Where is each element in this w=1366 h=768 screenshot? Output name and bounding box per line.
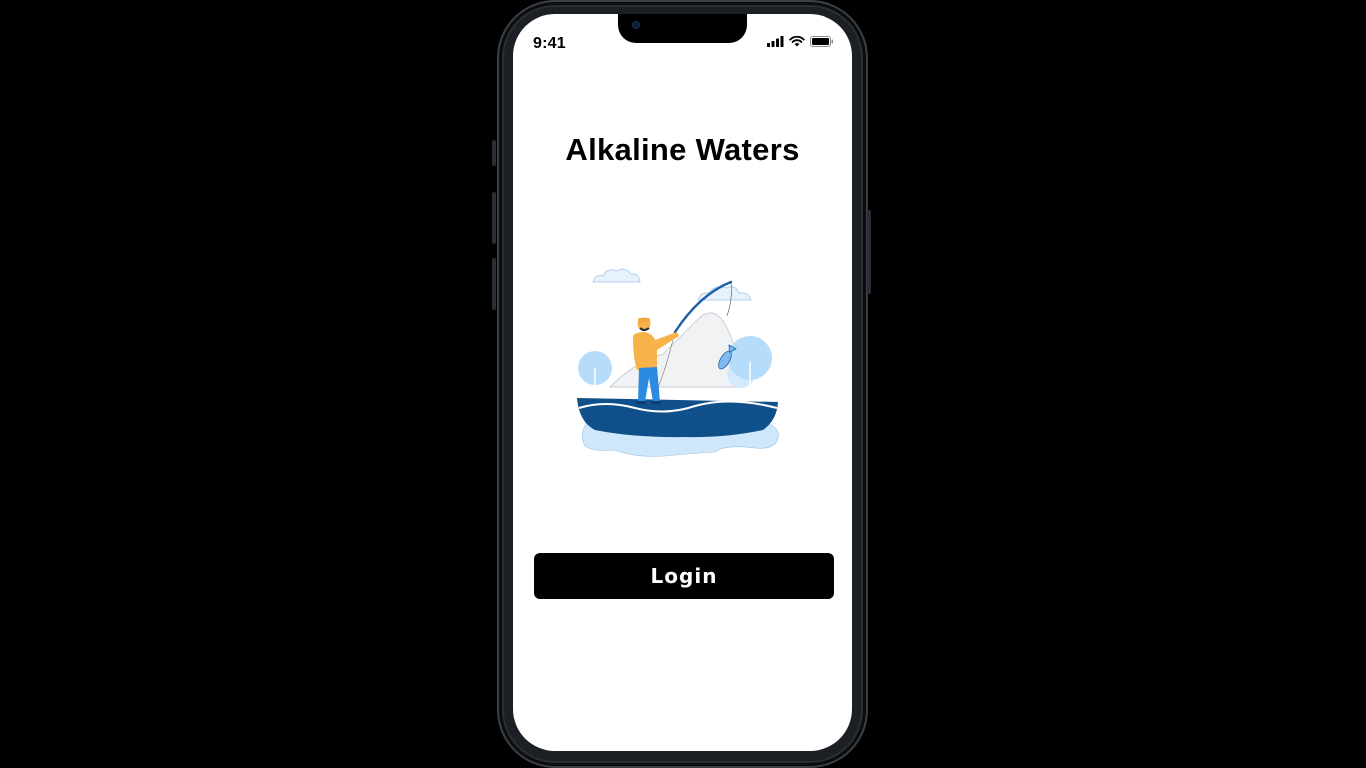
cloud-left xyxy=(592,268,641,283)
notch xyxy=(618,14,747,43)
camera-icon xyxy=(632,21,640,29)
fishing-boat-illustration xyxy=(577,268,779,457)
app-title: Alkaline Waters xyxy=(565,132,800,167)
login-button[interactable]: Login xyxy=(534,553,834,599)
status-icons xyxy=(767,36,834,47)
mountain xyxy=(609,312,742,388)
stage: 9:41 Alkaline Waters Login xyxy=(0,0,1366,768)
phone-silent-switch xyxy=(492,140,496,166)
wifi-icon xyxy=(789,36,805,47)
battery-icon xyxy=(810,36,834,47)
phone-volume-down xyxy=(492,258,496,310)
phone-screen: 9:41 Alkaline Waters Login xyxy=(513,14,852,751)
phone-power-button xyxy=(867,210,871,294)
phone-volume-up xyxy=(492,192,496,244)
status-time: 9:41 xyxy=(533,35,566,52)
signal-icon xyxy=(767,36,784,47)
